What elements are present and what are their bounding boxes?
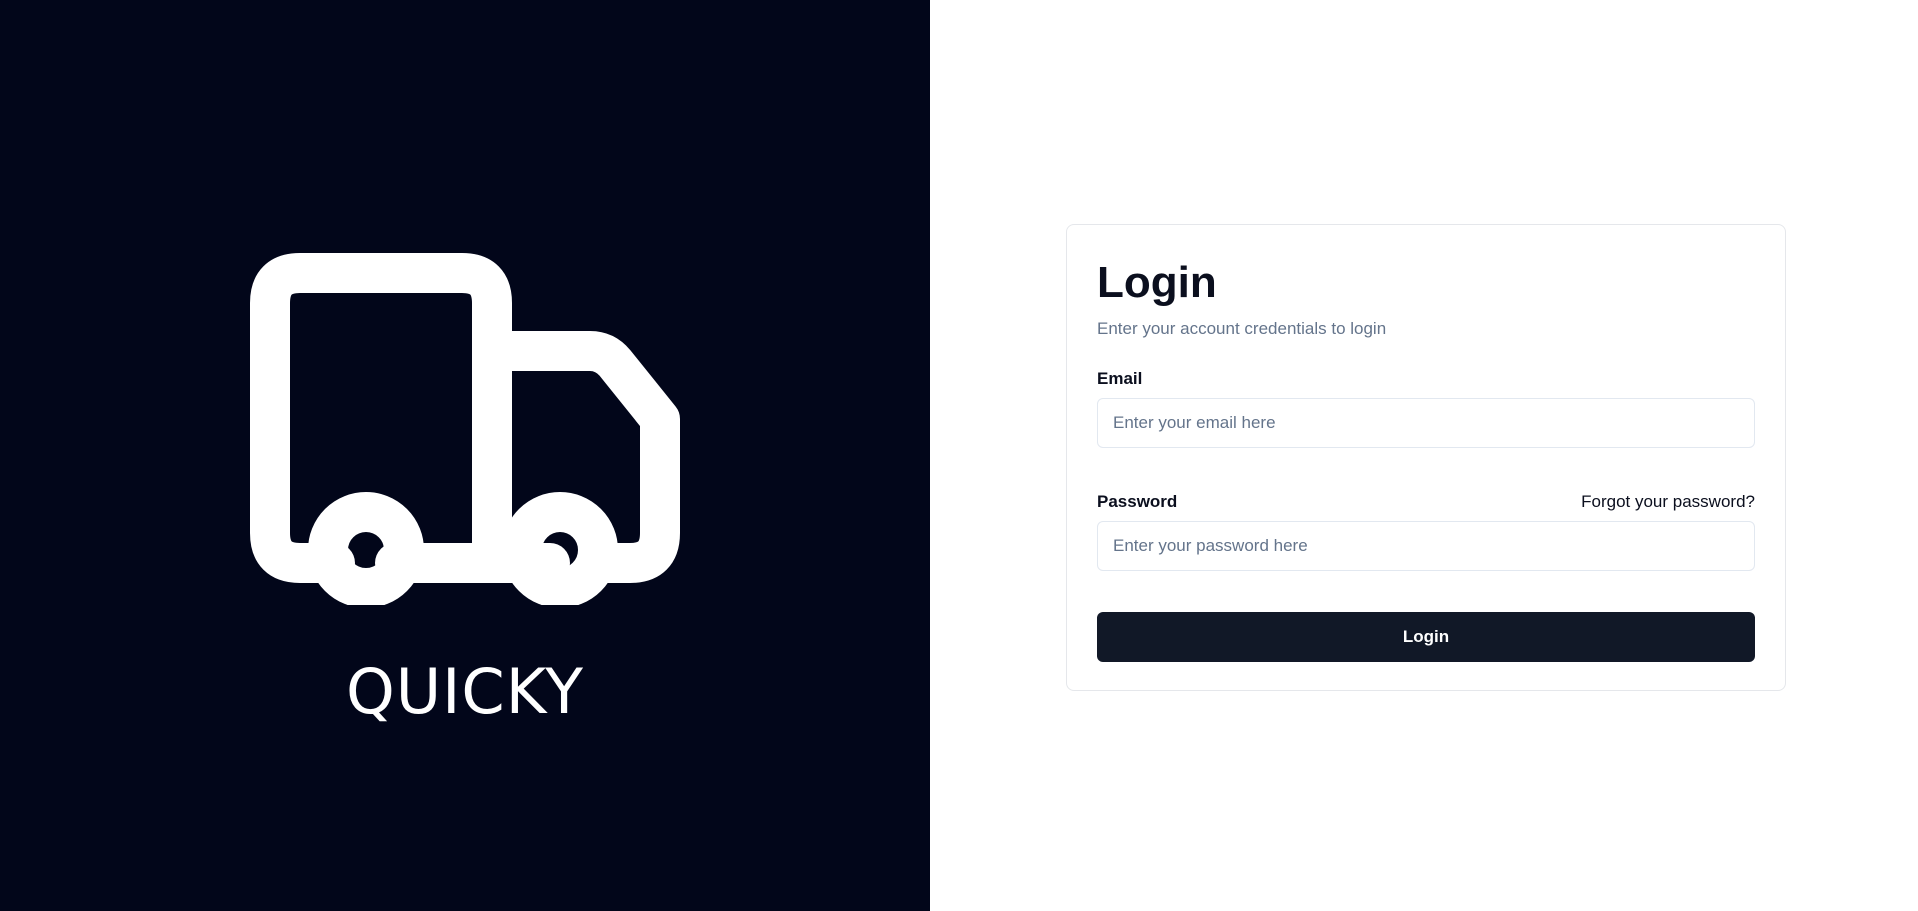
login-page: QUICKY Login Enter your account credenti… bbox=[0, 0, 1918, 911]
password-label: Password bbox=[1097, 492, 1178, 511]
login-card: Login Enter your account credentials to … bbox=[1066, 224, 1786, 691]
form-panel: Login Enter your account credentials to … bbox=[930, 0, 1918, 911]
truck-icon bbox=[250, 253, 680, 605]
forgot-password-link[interactable]: Forgot your password? bbox=[1581, 492, 1755, 512]
email-label-row: Email bbox=[1097, 369, 1755, 389]
login-subtitle: Enter your account credentials to login bbox=[1097, 319, 1387, 338]
email-field[interactable] bbox=[1097, 398, 1755, 448]
login-title: Login bbox=[1097, 258, 1217, 307]
login-button[interactable]: Login bbox=[1097, 612, 1755, 662]
email-label: Email bbox=[1097, 369, 1143, 388]
password-label-row: Password Forgot your password? bbox=[1097, 492, 1755, 512]
password-field[interactable] bbox=[1097, 521, 1755, 571]
brand-panel: QUICKY bbox=[0, 0, 930, 911]
brand-name: QUICKY bbox=[345, 655, 585, 728]
